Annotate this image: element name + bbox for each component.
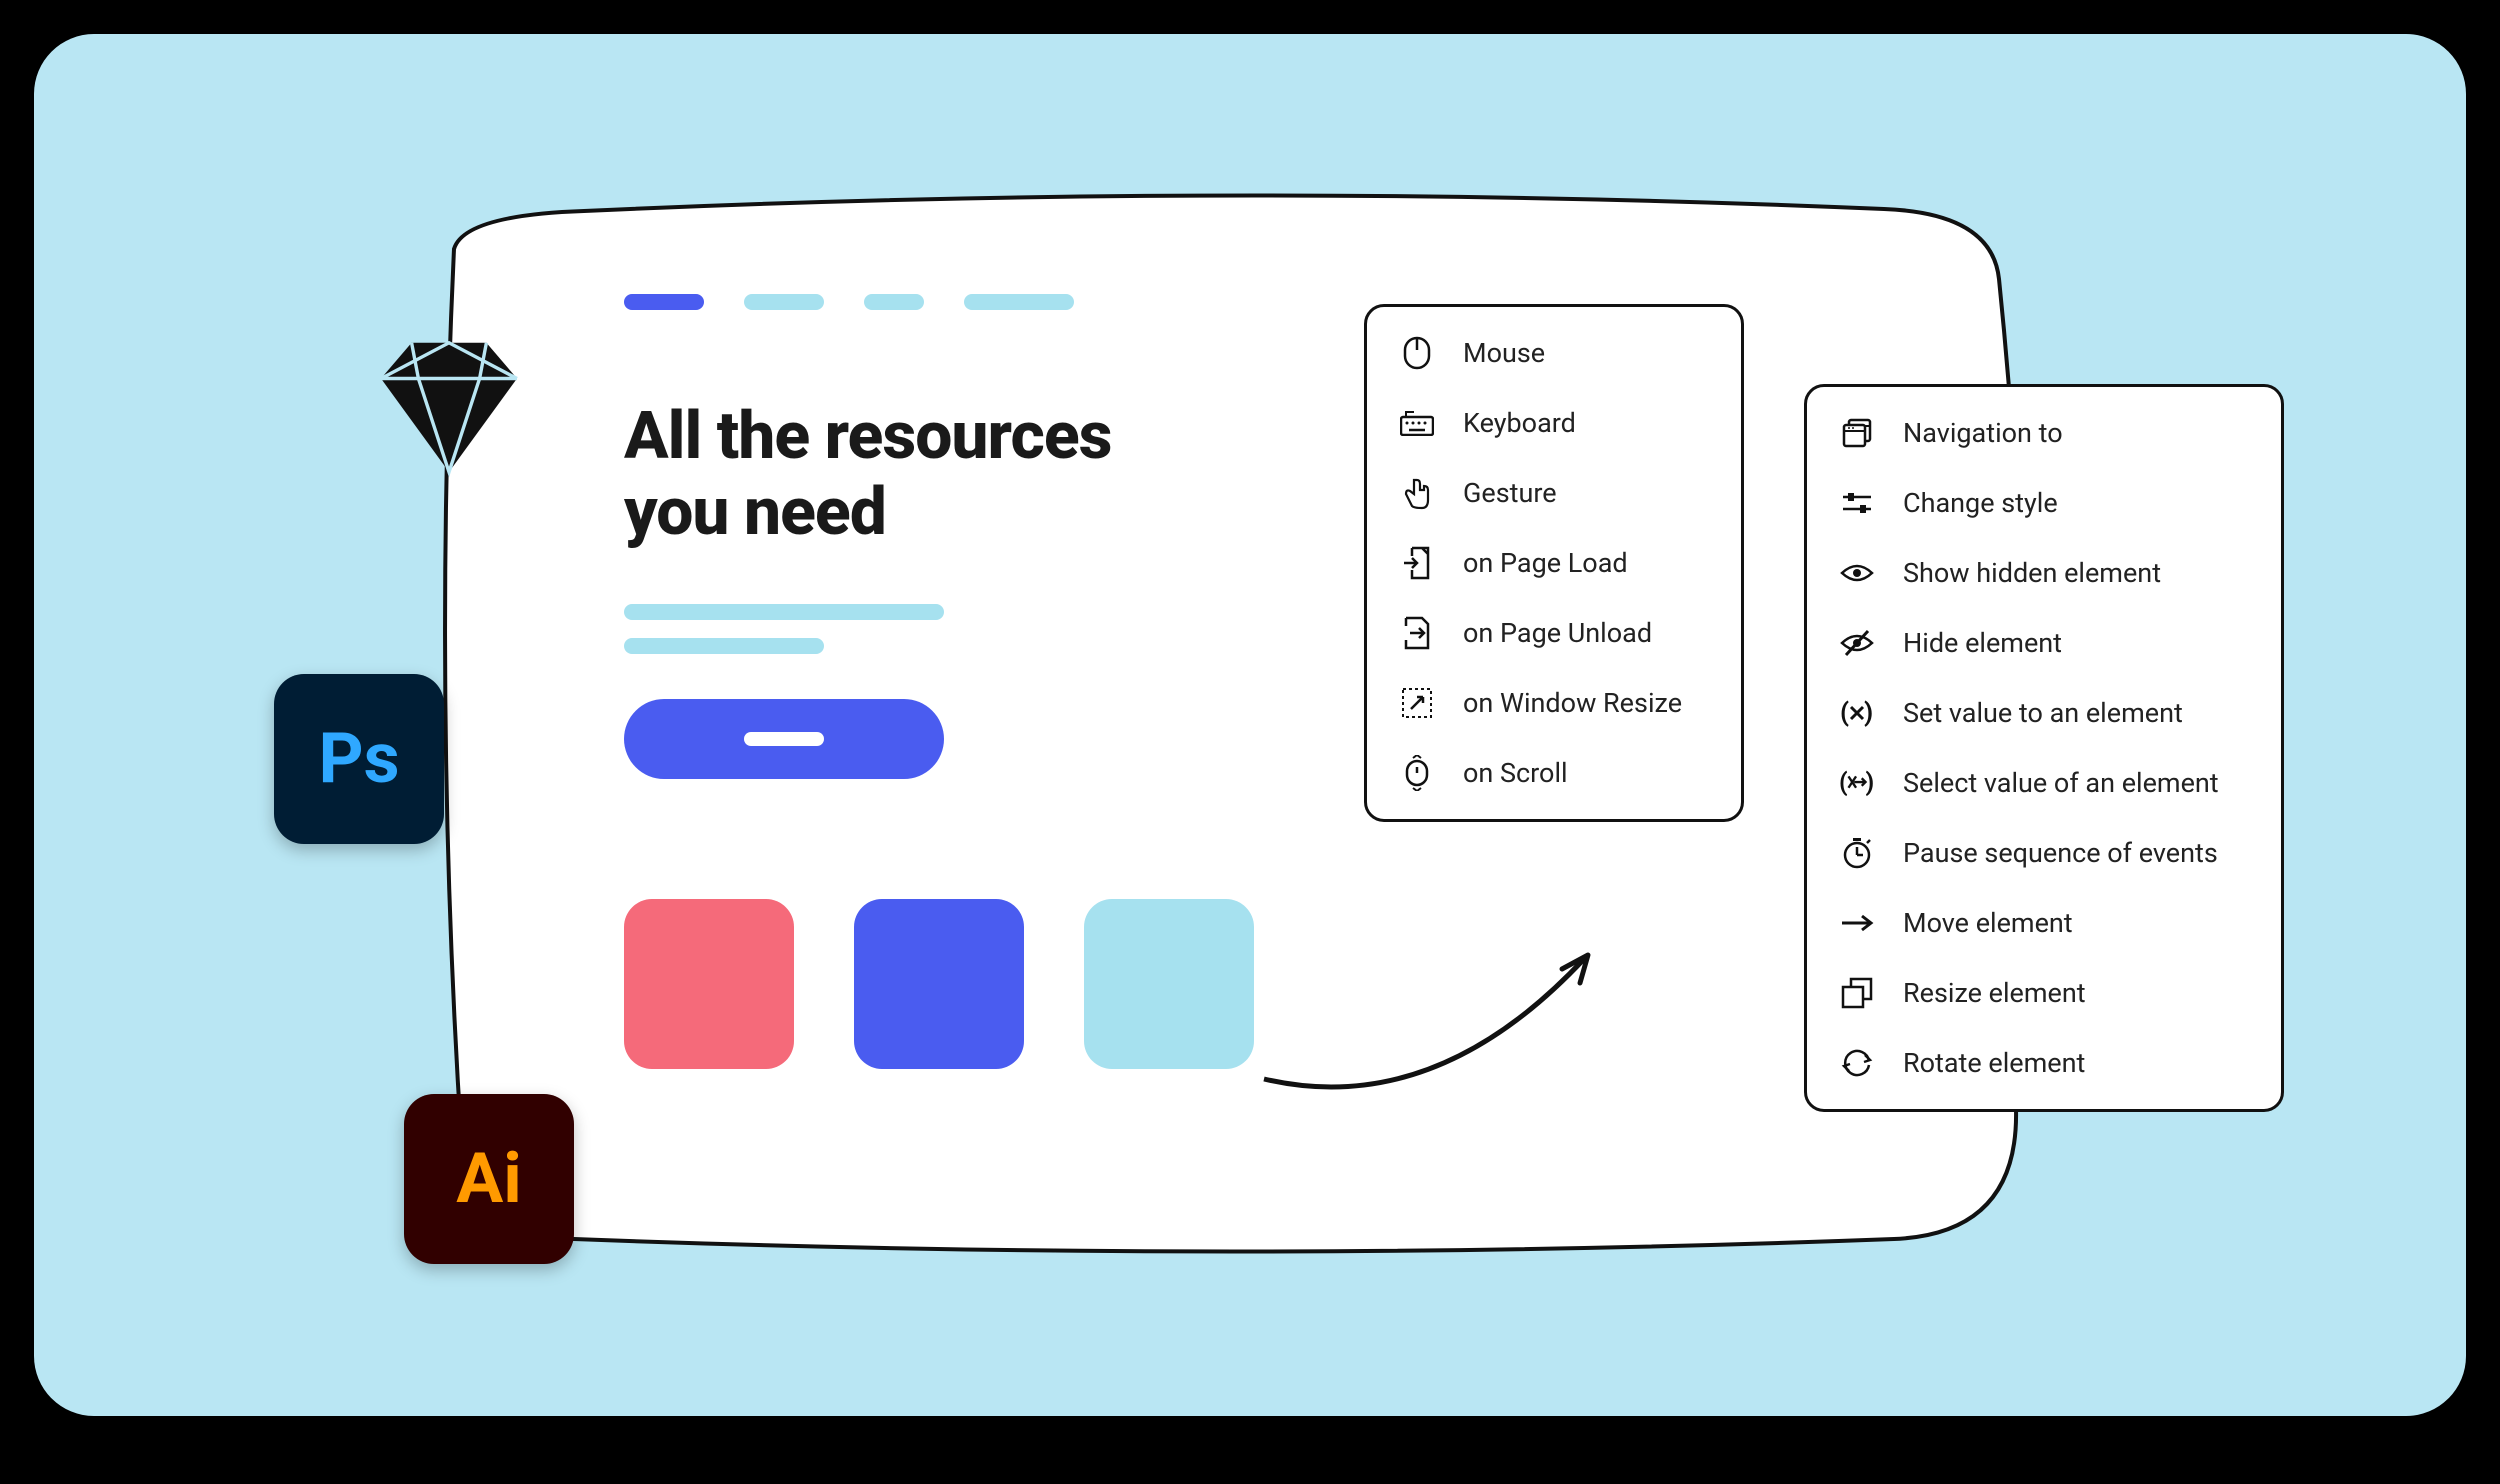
action-set-value[interactable]: () Set value to an element (1839, 695, 2249, 731)
connector-arrow (1254, 939, 1614, 1119)
show-hidden-icon (1839, 555, 1875, 591)
triggers-menu: Mouse Keyboard Gesture on Page Load on P… (1364, 304, 1744, 822)
trigger-label: on Window Resize (1463, 687, 1682, 719)
trigger-label: Keyboard (1463, 407, 1576, 439)
action-change-style[interactable]: Change style (1839, 485, 2249, 521)
cta-button[interactable] (624, 699, 944, 779)
action-label: Set value to an element (1903, 697, 2183, 729)
hide-element-icon (1839, 625, 1875, 661)
action-rotate[interactable]: Rotate element (1839, 1045, 2249, 1081)
action-label: Select value of an element (1903, 767, 2219, 799)
action-label: Resize element (1903, 977, 2086, 1009)
mouse-icon (1399, 335, 1435, 371)
actions-menu: Navigation to Change style Show hidden e… (1804, 384, 2284, 1112)
trigger-page-load[interactable]: on Page Load (1399, 545, 1709, 581)
trigger-label: on Page Load (1463, 547, 1628, 579)
rotate-icon (1839, 1045, 1875, 1081)
action-resize[interactable]: Resize element (1839, 975, 2249, 1011)
swatch-red[interactable] (624, 899, 794, 1069)
cta-label-placeholder (744, 732, 824, 746)
action-label: Hide element (1903, 627, 2062, 659)
page-unload-icon (1399, 615, 1435, 651)
action-select-value[interactable]: () Select value of an element (1839, 765, 2249, 801)
nav-pill (964, 294, 1074, 310)
svg-text:(: ( (1840, 699, 1849, 727)
svg-text:): ) (1864, 699, 1873, 727)
action-label: Show hidden element (1903, 557, 2161, 589)
ps-label: Ps (318, 718, 399, 800)
svg-text:): ) (1866, 769, 1875, 797)
trigger-label: on Page Unload (1463, 617, 1652, 649)
hero-headline: All the resourcesyou need (624, 399, 1112, 551)
trigger-label: on Scroll (1463, 757, 1568, 789)
photoshop-app-icon: Ps (274, 674, 444, 844)
illustrator-app-icon: Ai (404, 1094, 574, 1264)
swatch-blue[interactable] (854, 899, 1024, 1069)
topbar-placeholder (624, 294, 1074, 310)
swatch-cyan[interactable] (1084, 899, 1254, 1069)
trigger-label: Mouse (1463, 337, 1545, 369)
trigger-gesture[interactable]: Gesture (1399, 475, 1709, 511)
trigger-page-unload[interactable]: on Page Unload (1399, 615, 1709, 651)
trigger-keyboard[interactable]: Keyboard (1399, 405, 1709, 441)
keyboard-icon (1399, 405, 1435, 441)
ai-label: Ai (456, 1138, 522, 1220)
set-value-icon: () (1839, 695, 1875, 731)
window-resize-icon (1399, 685, 1435, 721)
action-label: Navigation to (1903, 417, 2063, 449)
action-pause[interactable]: Pause sequence of events (1839, 835, 2249, 871)
select-value-icon: () (1839, 765, 1875, 801)
gesture-icon (1399, 475, 1435, 511)
change-style-icon (1839, 485, 1875, 521)
action-label: Change style (1903, 487, 2058, 519)
sketch-app-icon (364, 319, 534, 489)
move-icon (1839, 905, 1875, 941)
action-hide-element[interactable]: Hide element (1839, 625, 2249, 661)
scroll-icon (1399, 755, 1435, 791)
trigger-mouse[interactable]: Mouse (1399, 335, 1709, 371)
svg-text:(: ( (1839, 769, 1848, 797)
action-label: Pause sequence of events (1903, 837, 2218, 869)
color-swatches (624, 899, 1254, 1069)
pause-icon (1839, 835, 1875, 871)
action-move[interactable]: Move element (1839, 905, 2249, 941)
action-label: Move element (1903, 907, 2073, 939)
action-label: Rotate element (1903, 1047, 2085, 1079)
trigger-scroll[interactable]: on Scroll (1399, 755, 1709, 791)
action-show-hidden[interactable]: Show hidden element (1839, 555, 2249, 591)
diamond-icon (364, 319, 534, 489)
subtext-placeholder (624, 604, 944, 654)
nav-pill (864, 294, 924, 310)
resize-icon (1839, 975, 1875, 1011)
nav-pill (744, 294, 824, 310)
trigger-window-resize[interactable]: on Window Resize (1399, 685, 1709, 721)
action-navigation[interactable]: Navigation to (1839, 415, 2249, 451)
navigation-icon (1839, 415, 1875, 451)
page-load-icon (1399, 545, 1435, 581)
nav-pill-active (624, 294, 704, 310)
trigger-label: Gesture (1463, 477, 1557, 509)
